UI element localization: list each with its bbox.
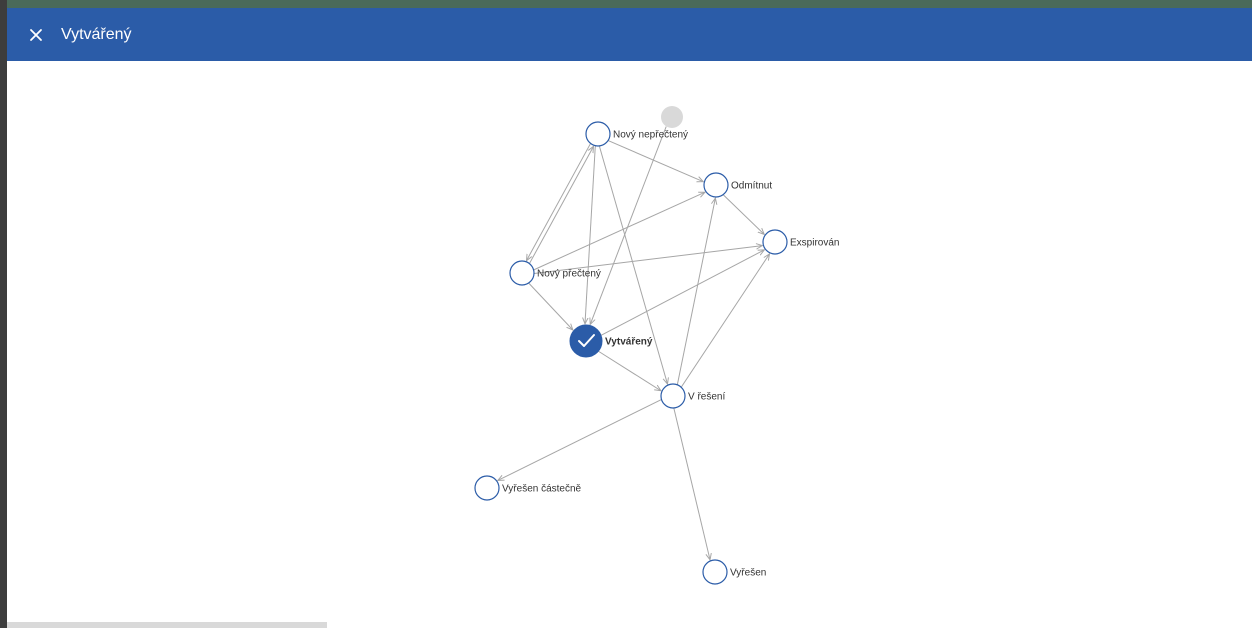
- window-top-strip: [0, 0, 1252, 8]
- edge-v_reseni-to-odmitnut: [676, 198, 715, 385]
- start-marker-circle: [661, 106, 683, 128]
- node-label: Vyřešen: [730, 568, 766, 579]
- node-circle: [660, 383, 686, 409]
- edge-ghost-to-vytvareny: [590, 126, 667, 325]
- node-label: Nový nepřečtený: [613, 130, 688, 141]
- node-label: Vyřešen částečně: [502, 484, 582, 495]
- edge-novy_precteny-to-novy_neprecteny: [529, 146, 594, 264]
- node-label: Exspirován: [790, 238, 839, 249]
- node-circle: [474, 475, 500, 501]
- edge-v_reseni-to-vyresen: [673, 408, 710, 560]
- node-circle: [585, 121, 611, 147]
- window-bottom-strip: [7, 622, 327, 628]
- node-label: Vytvářený: [605, 337, 653, 348]
- node-vyresen[interactable]: Vyřešen: [702, 559, 766, 585]
- node-label: Nový přečtený: [537, 269, 601, 280]
- node-odmitnut[interactable]: Odmítnut: [703, 172, 772, 198]
- nodes-layer: Nový nepřečtený Odmítnut Exspirován Nový př…: [474, 106, 839, 585]
- node-v_reseni[interactable]: V řešení: [660, 383, 725, 409]
- node-circle: [569, 324, 603, 358]
- state-diagram-dialog: Vytvářený Nový nepřečtený Odmítnut Exspiro…: [7, 8, 1252, 628]
- edge-novy_precteny-to-odmitnut: [533, 192, 705, 271]
- node-circle: [509, 260, 535, 286]
- edge-novy_precteny-to-vytvareny: [528, 282, 573, 330]
- dialog-header: Vytvářený: [7, 8, 1252, 61]
- edge-v_reseni-to-exspirovan: [680, 254, 769, 388]
- edge-novy_neprecteny-to-novy_precteny: [526, 143, 591, 261]
- node-vyresen_castecne[interactable]: Vyřešen částečně: [474, 475, 582, 501]
- edge-v_reseni-to-vyresen_castecne: [498, 399, 662, 481]
- node-circle: [762, 229, 788, 255]
- window-left-edge: [0, 0, 7, 628]
- node-circle: [702, 559, 728, 585]
- edge-odmitnut-to-exspirovan: [722, 194, 764, 235]
- node-ghost: [661, 106, 683, 128]
- dialog-title: Vytvářený: [61, 25, 132, 43]
- state-graph: Nový nepřečtený Odmítnut Exspirován Nový př…: [474, 106, 839, 585]
- node-exspirovan[interactable]: Exspirován: [762, 229, 839, 255]
- node-label: V řešení: [688, 392, 725, 403]
- edge-novy_neprecteny-to-vytvareny: [585, 145, 596, 324]
- close-button[interactable]: [21, 20, 51, 50]
- edge-novy_neprecteny-to-v_reseni: [598, 145, 667, 384]
- close-icon: [30, 28, 42, 41]
- node-label: Odmítnut: [731, 181, 772, 192]
- node-circle: [703, 172, 729, 198]
- edge-vytvareny-to-v_reseni: [598, 350, 660, 391]
- edge-novy_neprecteny-to-odmitnut: [608, 140, 703, 182]
